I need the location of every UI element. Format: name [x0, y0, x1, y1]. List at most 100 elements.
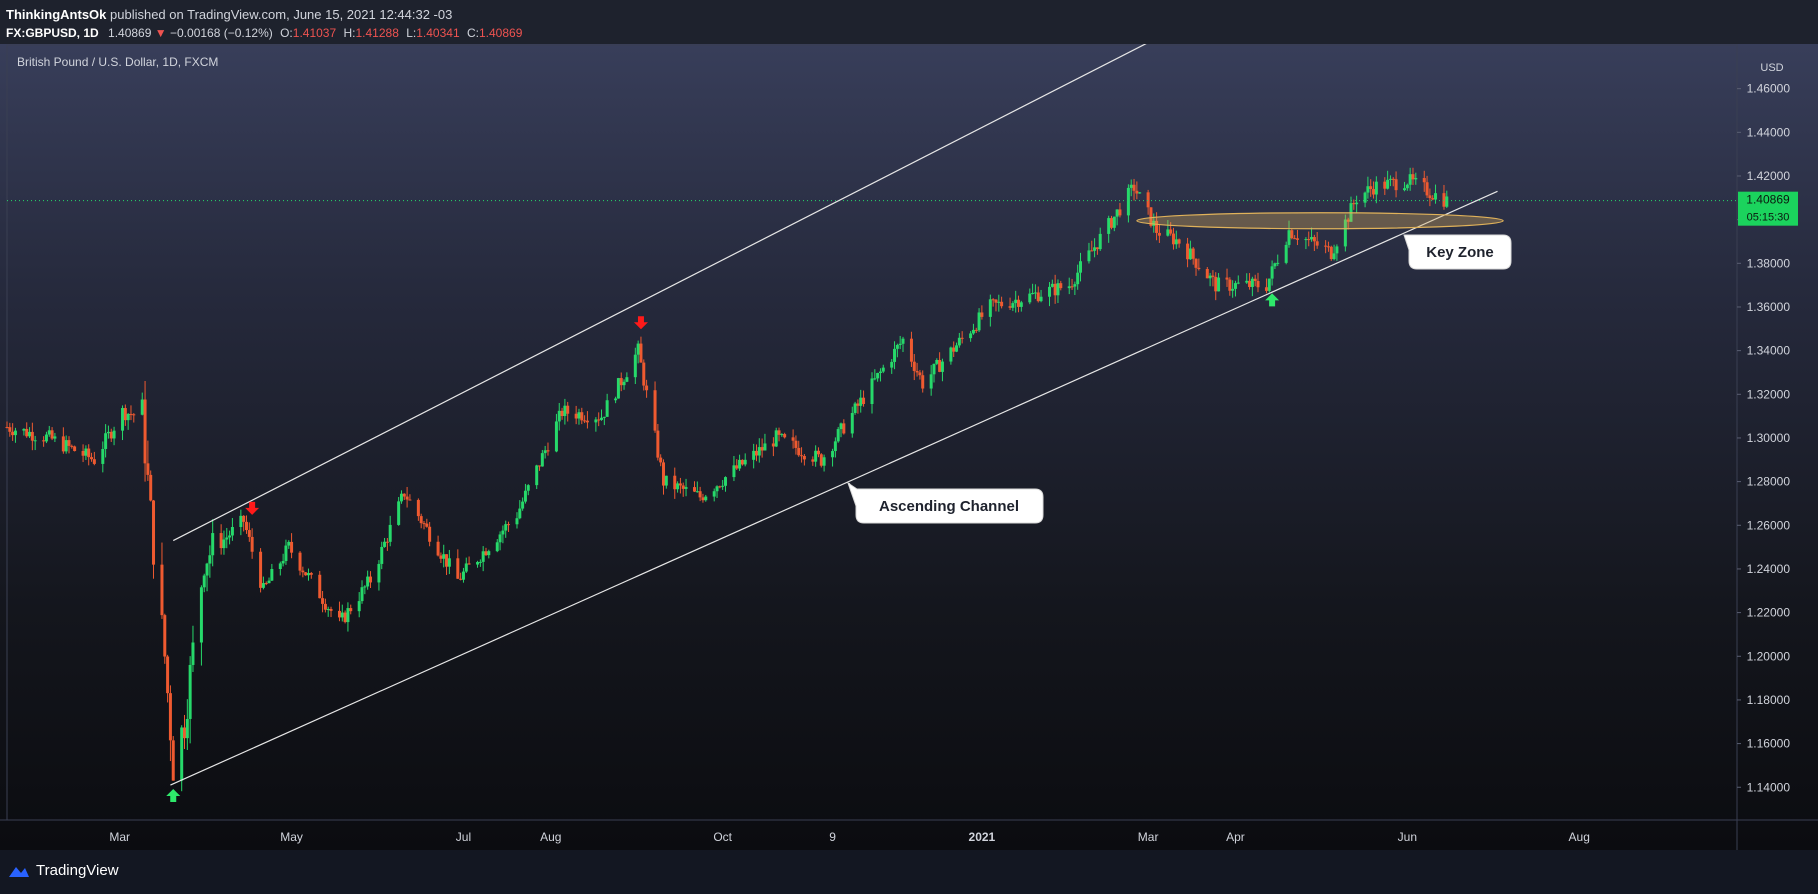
candle-body: [1250, 278, 1254, 287]
candle-body: [554, 421, 558, 452]
candle-body: [563, 405, 567, 417]
time-tick-label: Oct: [713, 830, 732, 844]
candle-body: [1394, 179, 1398, 191]
candle-body: [422, 523, 426, 525]
candle-body: [715, 486, 719, 492]
price-tick-label: 1.14000: [1747, 780, 1791, 794]
price-chart[interactable]: British Pound / U.S. Dollar, 1D, FXCM US…: [0, 44, 1818, 850]
candle-body: [543, 450, 547, 454]
candle-body: [388, 524, 392, 542]
candle-body: [763, 443, 767, 451]
candle-body: [1386, 179, 1390, 189]
candle-body: [1079, 261, 1083, 273]
candle-body: [602, 416, 606, 418]
currency-label: USD: [1760, 62, 1783, 74]
candle-body: [560, 410, 564, 417]
key-zone-ellipse[interactable]: [1136, 212, 1504, 230]
candle-body: [1033, 292, 1037, 294]
candle-body: [890, 361, 894, 368]
candle-body: [501, 530, 505, 535]
candle-body: [653, 390, 657, 431]
footer: [0, 850, 1818, 894]
candle-body: [180, 727, 184, 781]
candle-body: [1428, 195, 1432, 199]
candle-body: [1039, 296, 1043, 302]
arrow-up-icon: [166, 788, 181, 802]
price-tick-label: 1.38000: [1747, 256, 1791, 270]
candle-body: [33, 440, 37, 442]
candle-body: [597, 419, 601, 421]
candle-body: [1248, 280, 1252, 287]
candle-body: [935, 360, 939, 364]
candle-body: [1264, 287, 1268, 291]
candle-body: [614, 398, 618, 401]
candle-body: [659, 457, 663, 463]
price-tick-label: 1.20000: [1747, 649, 1791, 663]
author-name[interactable]: ThinkingAntsOk: [6, 7, 106, 22]
candle-body: [459, 578, 463, 580]
candle-body: [862, 397, 866, 405]
ascending-channel-callout[interactable]: Ascending Channel: [847, 481, 1044, 524]
candle-body: [1431, 198, 1435, 200]
tradingview-logo[interactable]: TradingView: [8, 862, 119, 879]
candle-body: [580, 412, 584, 421]
candle-body: [1295, 238, 1299, 240]
tradingview-brand: TradingView: [36, 862, 119, 879]
candle-body: [1228, 279, 1232, 291]
candle-body: [1129, 184, 1133, 188]
price-tick-label: 1.44000: [1747, 125, 1791, 139]
candle-body: [526, 485, 530, 491]
candle-body: [557, 410, 561, 422]
candle-body: [70, 445, 74, 447]
candle-body: [230, 527, 234, 536]
candle-body: [656, 430, 660, 458]
candle-body: [814, 450, 818, 462]
candle-body: [366, 576, 370, 587]
candle-body: [306, 573, 310, 576]
candle-body: [1017, 299, 1021, 307]
last-value: 1.40869: [108, 26, 152, 40]
candle-body: [183, 727, 187, 739]
candle-body: [619, 378, 623, 386]
candle-body: [160, 564, 164, 616]
price-tick-label: 1.46000: [1747, 82, 1791, 96]
candle-body: [873, 378, 877, 380]
candle-body: [1225, 277, 1229, 280]
candle-body: [811, 459, 815, 462]
candle-body: [898, 343, 902, 345]
key-zone-callout[interactable]: Key Zone: [1403, 234, 1512, 270]
candle-body: [738, 459, 742, 469]
time-axis[interactable]: Mar May Jul Aug Oct 9 2021 Mar Apr Jun Aug: [109, 830, 1590, 844]
candle-body: [574, 413, 578, 419]
time-tick-label: Mar: [109, 830, 130, 844]
candle-body: [822, 457, 826, 466]
candle-body: [518, 508, 522, 519]
candle-body: [1332, 253, 1336, 260]
candle-body: [1118, 209, 1122, 216]
candle-body: [1304, 239, 1308, 241]
candle-body: [281, 561, 285, 564]
candle-body: [380, 546, 384, 564]
candle-body: [645, 385, 649, 391]
symbol-label[interactable]: FX:GBPUSD, 1D: [6, 26, 99, 40]
candle-body: [1048, 286, 1052, 297]
candle-body: [1434, 193, 1438, 200]
candle-body: [1217, 277, 1221, 292]
candle-body: [270, 568, 274, 581]
candle-body: [1138, 192, 1142, 194]
candle-body: [436, 541, 440, 556]
price-axis[interactable]: 1.460001.440001.420001.400001.380001.360…: [1737, 82, 1790, 795]
candle-body: [1126, 187, 1130, 216]
candle-body: [64, 440, 68, 452]
candle-body: [61, 436, 65, 452]
candle-body: [585, 420, 589, 423]
candle-body: [639, 343, 643, 363]
candle-body: [264, 583, 268, 585]
candle-body: [1315, 241, 1319, 246]
candle-body: [816, 450, 820, 455]
candle-body: [191, 642, 195, 665]
candle-body: [202, 575, 206, 588]
candle-body: [385, 541, 389, 543]
channel-lower-line[interactable]: [170, 190, 1498, 786]
candlestick-series: [5, 167, 1449, 792]
